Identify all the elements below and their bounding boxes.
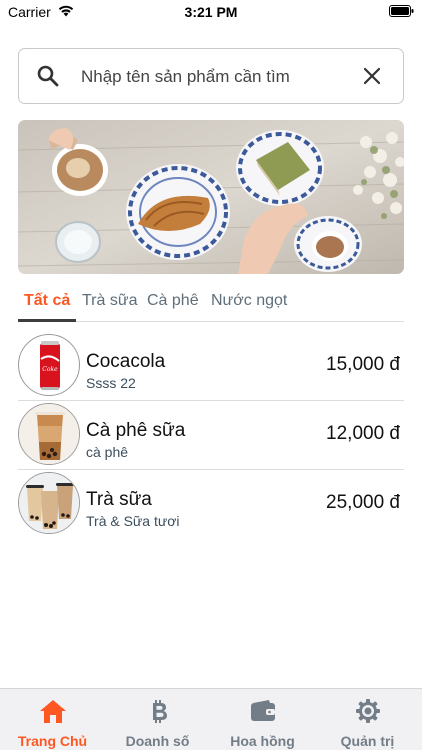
banner-illustration: [18, 120, 404, 274]
home-icon: [40, 700, 66, 723]
svg-text:Coke: Coke: [42, 366, 58, 373]
nav-commission-label: Hoa hồng: [230, 733, 295, 749]
cola-can-icon: Coke: [18, 334, 80, 396]
tab-milk-tea[interactable]: Trà sữa: [82, 292, 137, 310]
nav-revenue-label: Doanh số: [125, 733, 190, 749]
tab-all[interactable]: Tất cả: [24, 292, 70, 310]
active-tab-indicator: [18, 319, 76, 322]
nav-commission[interactable]: Hoa hồng: [210, 689, 315, 750]
bottom-nav: Trang Chủ Doanh số Hoa hồng Quản trị: [0, 688, 422, 750]
nav-revenue[interactable]: Doanh số: [105, 689, 210, 750]
product-price: 15,000 đ: [326, 354, 400, 375]
battery-icon: [389, 5, 414, 17]
product-price: 12,000 đ: [326, 423, 400, 444]
bitcoin-icon: [153, 700, 167, 723]
clock: 3:21 PM: [184, 4, 238, 20]
product-list: Coke Cocacola Ssss 22 15,000 đ Cà phê sữ…: [18, 332, 404, 539]
search-icon: [37, 65, 59, 87]
nav-admin[interactable]: Quản trị: [315, 689, 420, 750]
product-row[interactable]: Coke Cocacola Ssss 22 15,000 đ: [18, 332, 404, 401]
product-row[interactable]: Cà phê sữa cà phê 12,000 đ: [18, 401, 404, 470]
product-name: Cocacola: [86, 351, 166, 372]
coffee-cup-icon: [18, 403, 80, 465]
product-category: Trà & Sữa tươi: [86, 513, 180, 529]
product-category: cà phê: [86, 444, 129, 460]
search-input[interactable]: [81, 63, 351, 91]
product-row[interactable]: Trà sữa Trà & Sữa tươi 25,000 đ: [18, 470, 404, 539]
banner-image[interactable]: [18, 120, 404, 274]
wallet-icon: [251, 700, 275, 721]
product-name: Cà phê sữa: [86, 420, 186, 441]
category-tabs: Tất cả Trà sữa Cà phê Nước ngọt: [18, 286, 404, 322]
product-category: Ssss 22: [86, 375, 136, 391]
tab-coffee[interactable]: Cà phê: [147, 292, 199, 310]
settings-icon: [356, 699, 380, 723]
nav-home-label: Trang Chủ: [17, 733, 88, 749]
search-bar[interactable]: [18, 48, 404, 104]
milk-tea-cups-icon: [18, 472, 80, 534]
nav-admin-label: Quản trị: [340, 733, 395, 749]
product-price: 25,000 đ: [326, 492, 400, 513]
status-bar: Carrier 3:21 PM: [0, 0, 422, 26]
product-name: Trà sữa: [86, 489, 152, 510]
tab-soft-drinks[interactable]: Nước ngọt: [211, 292, 287, 310]
nav-home[interactable]: Trang Chủ: [0, 689, 105, 750]
close-icon[interactable]: [363, 67, 381, 85]
